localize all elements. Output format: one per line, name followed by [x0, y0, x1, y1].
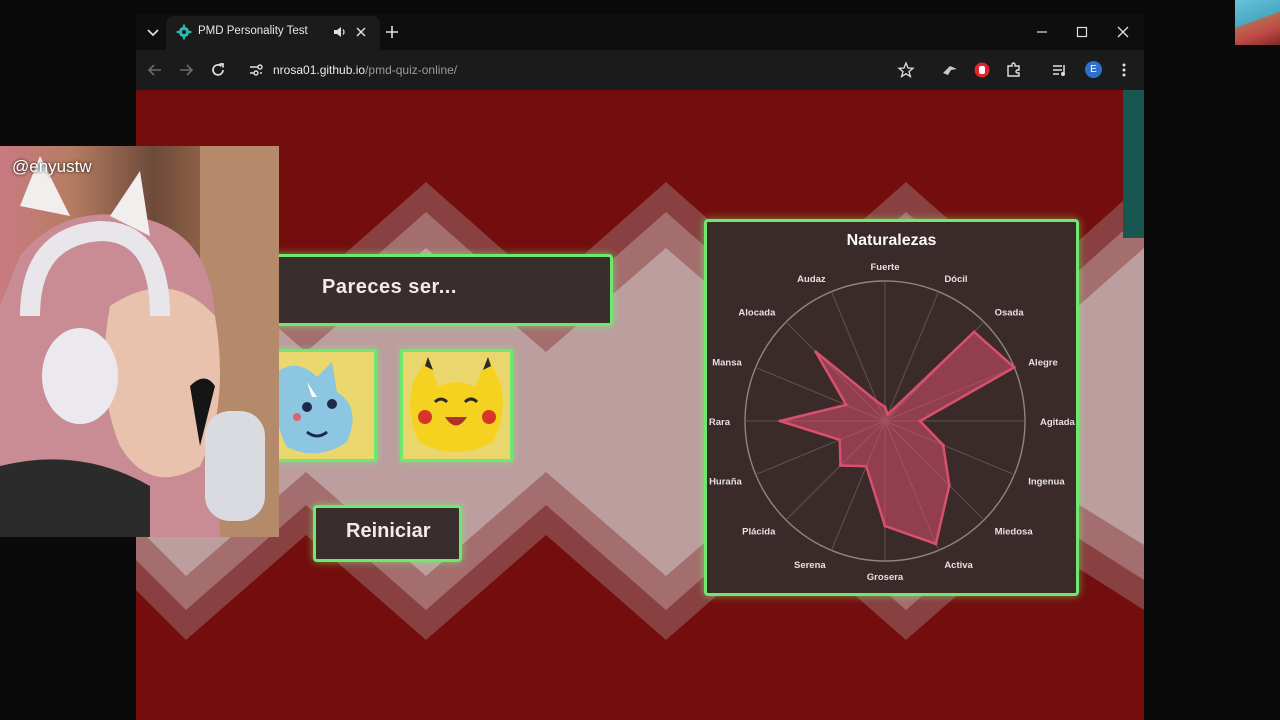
- radar-point: [838, 438, 842, 442]
- radar-axis-label: Dócil: [944, 274, 967, 285]
- radar-axis-label: Miedosa: [995, 527, 1034, 538]
- close-window-icon[interactable]: [1115, 24, 1131, 40]
- close-tab-icon[interactable]: [353, 24, 369, 40]
- radar-axis-label: Huraña: [709, 476, 742, 487]
- profile-avatar[interactable]: E: [1085, 61, 1102, 78]
- radar-point: [941, 443, 945, 447]
- forward-icon[interactable]: [177, 61, 195, 79]
- radar-axis-label: Grosera: [867, 572, 904, 583]
- bookmark-star-icon[interactable]: [897, 61, 915, 79]
- chart-title: Naturalezas: [846, 232, 937, 249]
- reset-button-label[interactable]: Reiniciar: [346, 520, 430, 543]
- stream-corner-avatar: [1235, 0, 1280, 45]
- pokemon-portrait-shinx: [274, 349, 377, 462]
- radar-point: [934, 542, 938, 546]
- radar-axis-label: Plácida: [742, 527, 776, 538]
- stream-handle: @enyustw: [12, 157, 92, 176]
- reload-icon[interactable]: [209, 61, 227, 79]
- pokemon-portrait-pikachu: [400, 349, 513, 462]
- radar-point: [838, 464, 842, 468]
- minimize-icon[interactable]: [1034, 24, 1050, 40]
- radar-point: [947, 483, 951, 487]
- radar-point: [864, 464, 868, 468]
- radar-axis-label: Fuerte: [870, 262, 899, 273]
- result-label: Pareces ser...: [322, 276, 457, 298]
- radar-point: [972, 330, 976, 334]
- tab-title: PMD Personality Test: [198, 25, 308, 37]
- new-tab-icon[interactable]: [384, 24, 400, 40]
- back-icon[interactable]: [146, 61, 164, 79]
- radar-point: [875, 400, 879, 404]
- speaker-icon[interactable]: [332, 24, 348, 40]
- extension-bird-icon[interactable]: [941, 61, 959, 79]
- url-path: /pmd-quiz-online/: [365, 63, 458, 77]
- radar-axis-label: Osada: [995, 307, 1025, 318]
- radar-point: [1012, 365, 1016, 369]
- gear-favicon-icon: [176, 24, 192, 40]
- radar-point: [844, 403, 848, 407]
- radar-axis-label: Alegre: [1028, 358, 1058, 369]
- address-bar[interactable]: nrosa01.github.io/pmd-quiz-online/: [273, 63, 457, 77]
- radar-point: [814, 350, 818, 354]
- radar-series-area: [778, 330, 1016, 546]
- radar-axis-label: Agitada: [1040, 417, 1076, 428]
- radar-axis-label: Serena: [794, 560, 826, 571]
- chevron-down-icon[interactable]: [143, 22, 163, 42]
- radar-point: [883, 524, 887, 528]
- radar-axis-label: Alocada: [738, 307, 776, 318]
- webcam-overlay: [0, 146, 279, 537]
- radar-axis-label: Mansa: [712, 358, 742, 369]
- media-queue-icon[interactable]: [1051, 61, 1069, 79]
- radar-point: [918, 419, 922, 423]
- radar-axis-label: Audaz: [797, 274, 826, 285]
- radar-axis-label: Activa: [944, 560, 973, 571]
- extension-hand-icon[interactable]: [973, 61, 991, 79]
- kebab-menu-icon[interactable]: [1115, 61, 1133, 79]
- url-host: nrosa01.github.io: [273, 63, 366, 77]
- site-settings-icon[interactable]: [248, 62, 264, 78]
- radar-point: [886, 413, 890, 417]
- maximize-icon[interactable]: [1074, 24, 1090, 40]
- radar-point: [778, 419, 782, 423]
- radar-axis-label: Rara: [709, 417, 731, 428]
- extensions-puzzle-icon[interactable]: [1005, 61, 1023, 79]
- radar-point: [883, 405, 887, 409]
- scrollbar-thumb[interactable]: [1123, 90, 1144, 238]
- radar-axis-label: Ingenua: [1028, 476, 1065, 487]
- natures-radar-chart: Fuerte Dócil Osada Alegre Agitada Ingenua Mied…: [709, 262, 1076, 583]
